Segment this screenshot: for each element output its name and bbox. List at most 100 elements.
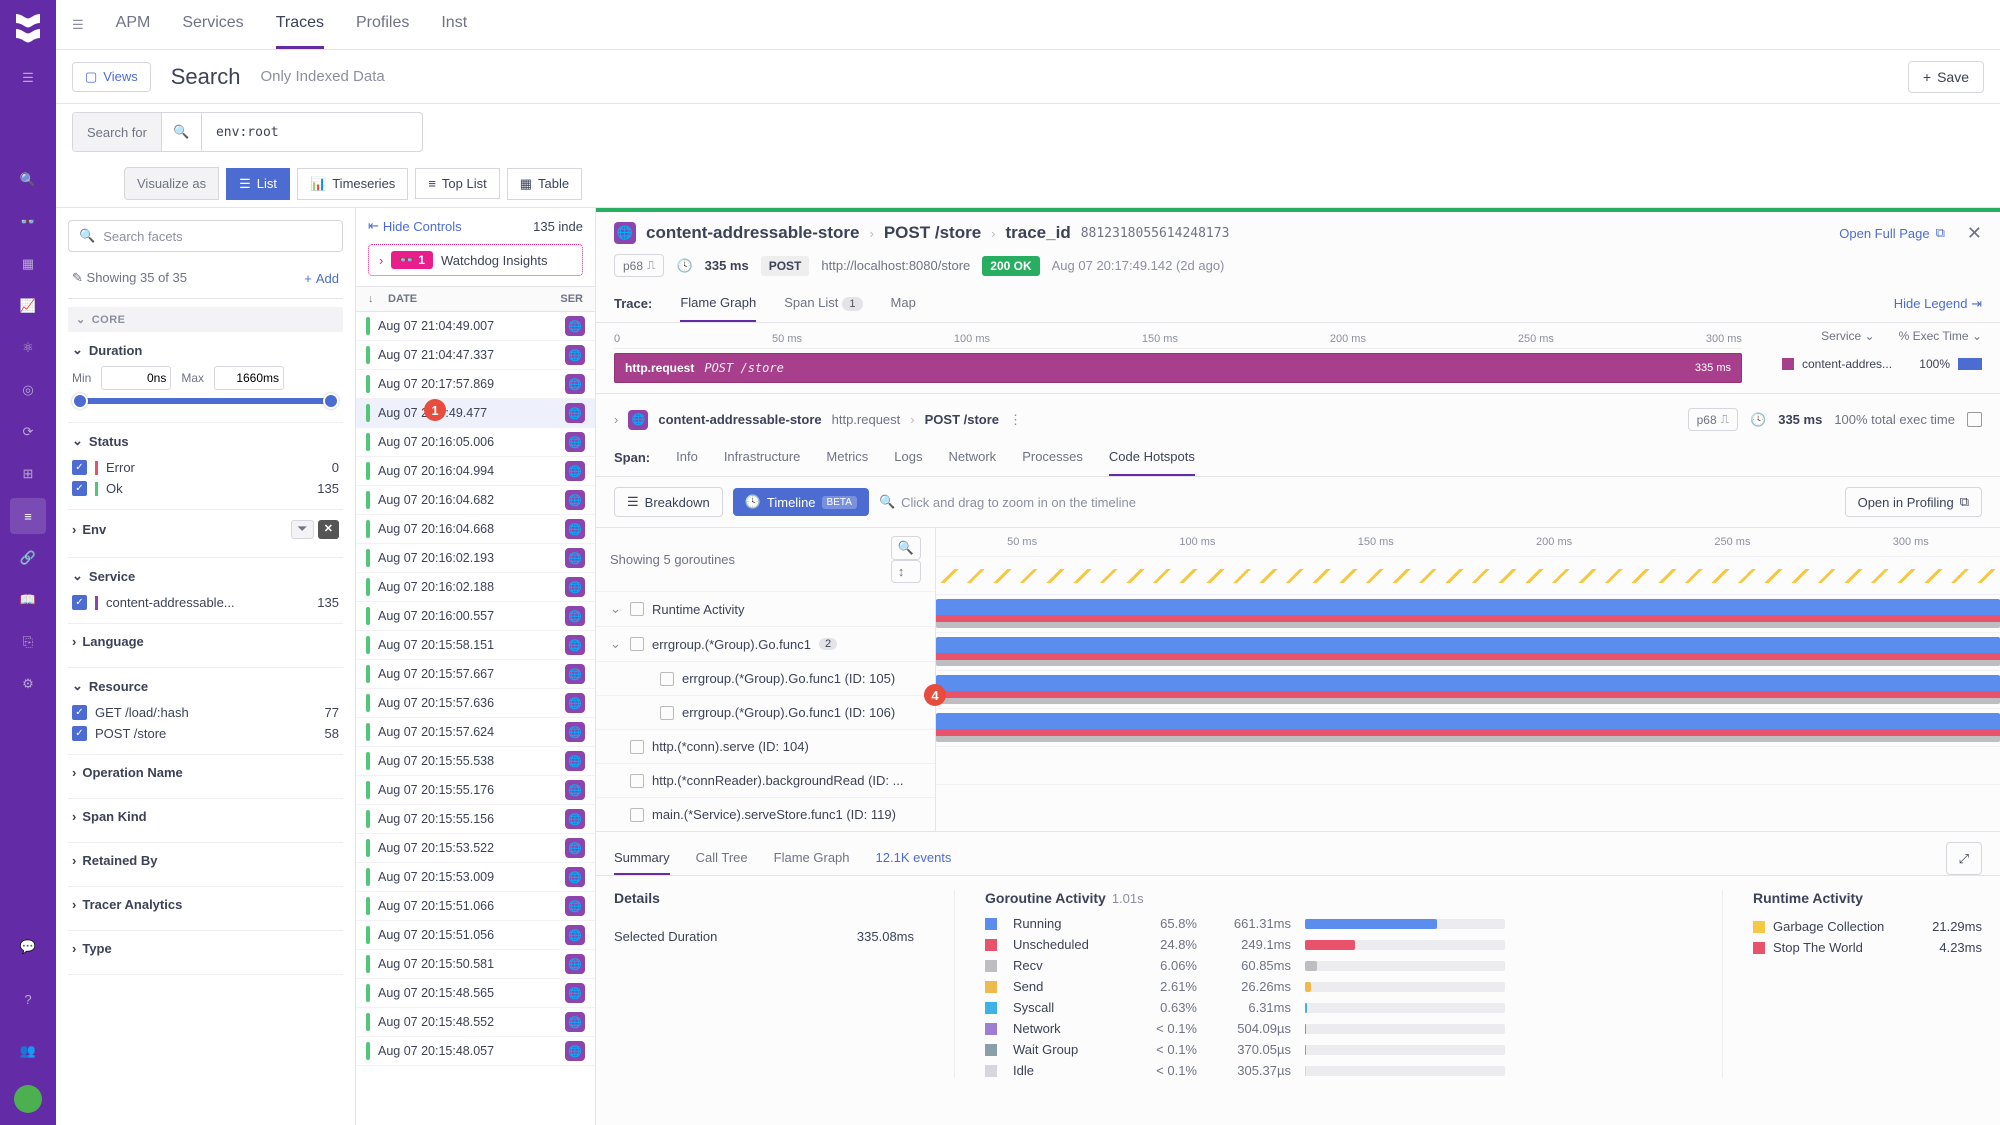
clear-icon[interactable]: ✕ <box>318 520 339 539</box>
facet-retained[interactable]: ›Retained By <box>72 853 339 868</box>
tab-span-list[interactable]: Span List1 <box>784 285 862 322</box>
breakdown-button[interactable]: ☰Breakdown <box>614 487 723 517</box>
rail-team-icon[interactable]: 👥 <box>10 1033 46 1069</box>
trace-id[interactable]: 8812318055614248173 <box>1081 226 1230 241</box>
tab-map[interactable]: Map <box>891 285 916 322</box>
checkbox-error[interactable]: ✓ <box>72 460 87 475</box>
trace-row[interactable]: Aug 07 20:16:02.193🌐 <box>356 544 595 573</box>
trace-row[interactable]: Aug 07 20:15:58.151🌐 <box>356 631 595 660</box>
facet-language[interactable]: ›Language <box>72 634 339 649</box>
trace-row[interactable]: Aug 07 20:15:57.636🌐 <box>356 689 595 718</box>
close-icon[interactable]: ✕ <box>1967 223 1982 244</box>
goroutine-row[interactable]: ⌄Runtime Activity <box>596 591 935 626</box>
rail-apm-icon[interactable]: ≡ <box>10 498 46 534</box>
goroutine-lane[interactable] <box>936 632 2000 670</box>
tab-calltree[interactable]: Call Tree <box>696 842 748 875</box>
tab-processes[interactable]: Processes <box>1022 439 1083 476</box>
checkbox[interactable] <box>1967 412 1982 427</box>
goroutine-row[interactable]: errgroup.(*Group).Go.func1 (ID: 105) <box>596 661 935 695</box>
flame-span[interactable]: http.request POST /store 335 ms <box>614 353 1742 383</box>
tab-summary[interactable]: Summary <box>614 842 670 875</box>
latency-percentile[interactable]: p68 ⎍ <box>614 254 664 277</box>
chevron-down-icon[interactable]: ⌄ <box>1972 329 1982 343</box>
expand-button[interactable]: ⤢ <box>1946 842 1982 875</box>
nav-apm[interactable]: APM <box>116 0 151 49</box>
views-button[interactable]: ▢ Views <box>72 62 151 92</box>
rail-service-icon[interactable]: ⚛ <box>10 330 46 366</box>
viz-list[interactable]: ☰List <box>226 168 290 200</box>
watchdog-insights[interactable]: › 👓1 Watchdog Insights <box>368 244 583 276</box>
nav-services[interactable]: Services <box>182 0 243 49</box>
trace-row[interactable]: Aug 07 20:16:05.006🌐 <box>356 428 595 457</box>
checkbox[interactable] <box>660 706 674 720</box>
hide-controls[interactable]: ⇤Hide Controls <box>368 218 462 234</box>
checkbox[interactable] <box>630 637 644 651</box>
rail-search-icon[interactable]: 🔍 <box>10 162 46 198</box>
crumb-service[interactable]: content-addressable-store <box>646 223 860 243</box>
hide-legend[interactable]: Hide Legend ⇥ <box>1894 286 1982 322</box>
tab-code-hotspots[interactable]: Code Hotspots <box>1109 439 1195 476</box>
nav-profiles[interactable]: Profiles <box>356 0 409 49</box>
goroutine-lane[interactable] <box>936 670 2000 708</box>
checkbox-service[interactable]: ✓ <box>72 595 87 610</box>
facet-operation[interactable]: ›Operation Name <box>72 765 339 780</box>
facet-env[interactable]: ›Env⏷✕ <box>72 520 339 539</box>
rail-binoculars-icon[interactable]: 👓 <box>10 204 46 240</box>
trace-row[interactable]: Aug 07 20:15:57.667🌐 <box>356 660 595 689</box>
facet-type[interactable]: ›Type <box>72 941 339 956</box>
goroutine-row[interactable]: http.(*connReader).backgroundRead (ID: .… <box>596 763 935 797</box>
trace-row[interactable]: Aug 07 20:15:53.522🌐 <box>356 834 595 863</box>
rail-metrics-icon[interactable]: 📈 <box>10 288 46 324</box>
http-url[interactable]: http://localhost:8080/store <box>821 258 970 273</box>
timeline-button[interactable]: 🕓TimelineBETA <box>733 488 869 516</box>
sort-icon[interactable]: ↓ <box>368 293 388 305</box>
goroutine-lane[interactable] <box>936 746 2000 784</box>
checkbox-ok[interactable]: ✓ <box>72 481 87 496</box>
rail-collapse-icon[interactable]: ☰ <box>10 60 46 96</box>
trace-row[interactable]: Aug 07 20:15:53.009🌐 <box>356 863 595 892</box>
rail-plugin-icon[interactable]: ⊞ <box>10 456 46 492</box>
crumb-endpoint[interactable]: POST /store <box>884 223 981 243</box>
goroutine-lane[interactable] <box>936 556 2000 594</box>
checkbox[interactable] <box>630 740 644 754</box>
trace-row[interactable]: Aug 07 20:15:48.552🌐 <box>356 1008 595 1037</box>
rail-flow-icon[interactable]: ⎘ <box>10 624 46 660</box>
tab-info[interactable]: Info <box>676 439 698 476</box>
goroutine-lane[interactable] <box>936 784 2000 822</box>
rail-dashboard-icon[interactable]: ▦ <box>10 246 46 282</box>
trace-row[interactable]: Aug 07 20:15:55.156🌐 <box>356 805 595 834</box>
open-full-page[interactable]: Open Full Page ⧉ <box>1839 225 1945 241</box>
checkbox[interactable] <box>630 602 644 616</box>
checkbox[interactable] <box>630 808 644 822</box>
facet-search[interactable]: 🔍 Search facets <box>68 220 343 252</box>
trace-row[interactable]: Aug 07 20:15:48.565🌐 <box>356 979 595 1008</box>
span-endpoint[interactable]: POST /store <box>925 412 999 427</box>
duration-min[interactable] <box>101 366 171 390</box>
facet-service[interactable]: ⌄Service <box>72 568 339 584</box>
tab-events[interactable]: 12.1K events <box>876 842 952 875</box>
rail-book-icon[interactable]: 📖 <box>10 582 46 618</box>
rail-chat-icon[interactable]: 💬 <box>10 929 46 965</box>
rail-ci-icon[interactable]: ◎ <box>10 372 46 408</box>
col-service[interactable]: SER <box>560 293 583 305</box>
checkbox[interactable] <box>630 774 644 788</box>
more-icon[interactable]: ⋮ <box>1009 412 1022 428</box>
goroutine-lane[interactable] <box>936 594 2000 632</box>
span-service[interactable]: content-addressable-store <box>658 412 821 427</box>
open-profiling[interactable]: Open in Profiling ⧉ <box>1845 487 1982 517</box>
facet-duration[interactable]: ⌄Duration <box>72 342 339 358</box>
tab-infrastructure[interactable]: Infrastructure <box>724 439 801 476</box>
trace-row[interactable]: Aug 07 2 :49.477🌐1 <box>356 399 595 428</box>
duration-max[interactable] <box>214 366 284 390</box>
facet-tracer[interactable]: ›Tracer Analytics <box>72 897 339 912</box>
rail-rum-icon[interactable]: ⟳ <box>10 414 46 450</box>
viz-toplist[interactable]: ≡Top List <box>415 168 499 199</box>
span-percentile[interactable]: p68 ⎍ <box>1688 408 1738 431</box>
logo[interactable] <box>10 8 46 44</box>
rail-link-icon[interactable]: 🔗 <box>10 540 46 576</box>
legend-service[interactable]: content-addres... <box>1802 357 1892 371</box>
facet-resource[interactable]: ⌄Resource <box>72 678 339 694</box>
viz-table[interactable]: ▦Table <box>507 168 582 200</box>
trace-row[interactable]: Aug 07 21:04:47.337🌐 <box>356 341 595 370</box>
facet-core-header[interactable]: ⌄CORE <box>68 307 343 332</box>
